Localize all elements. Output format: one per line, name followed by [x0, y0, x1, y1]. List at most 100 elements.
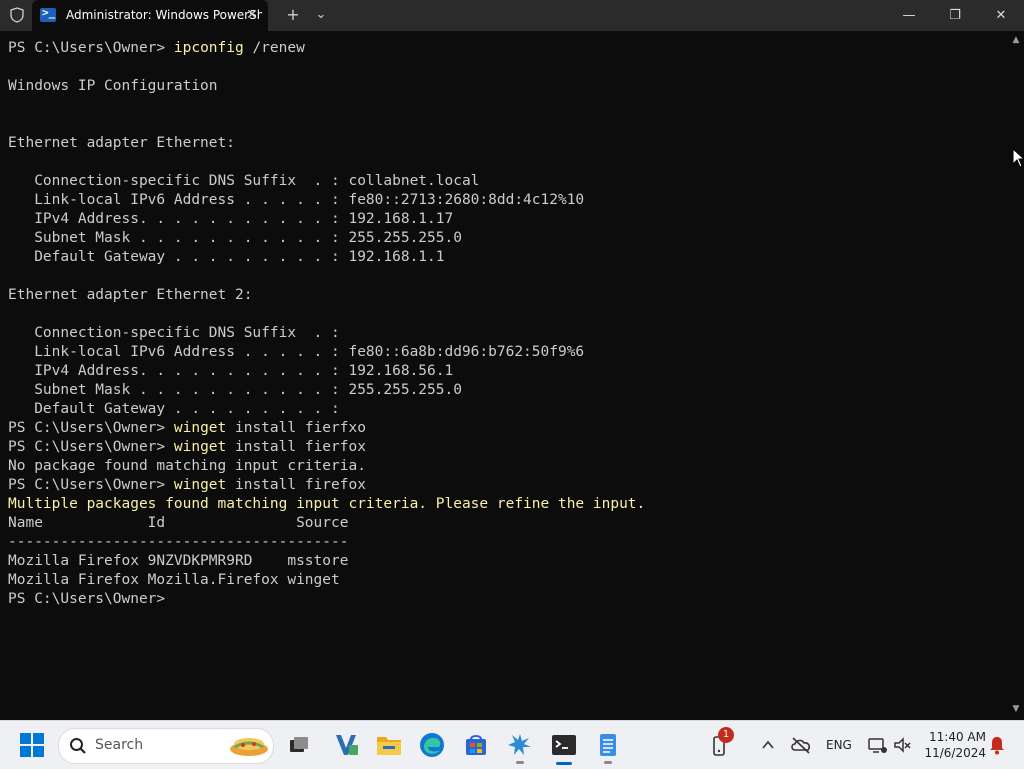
- active-indicator: [556, 762, 572, 765]
- terminal-line: Mozilla Firefox Mozilla.Firefox winget: [8, 571, 645, 590]
- output-text: No package found matching input criteria…: [8, 458, 366, 474]
- terminal-line: IPv4 Address. . . . . . . . . . . : 192.…: [8, 210, 645, 229]
- output-text: Windows IP Configuration: [8, 78, 218, 94]
- terminal-icon: [552, 735, 576, 755]
- tab-dropdown-button[interactable]: ⌄: [310, 3, 332, 27]
- terminal-line: IPv4 Address. . . . . . . . . . . : 192.…: [8, 362, 645, 381]
- terminal-line: Connection-specific DNS Suffix . : colla…: [8, 172, 645, 191]
- terminal-app[interactable]: [548, 729, 580, 765]
- terminal-pane[interactable]: PS C:\Users\Owner> ipconfig /renew Window…: [0, 31, 1008, 720]
- edge-icon[interactable]: [416, 729, 448, 761]
- maximize-button[interactable]: ❐: [932, 0, 978, 31]
- network-icon[interactable]: [866, 735, 888, 755]
- vscode-insiders-app[interactable]: [504, 729, 536, 764]
- terminal-line: Link-local IPv6 Address . . . . . : fe80…: [8, 191, 645, 210]
- prompt-text: PS C:\Users\Owner>: [8, 40, 174, 56]
- search-icon: [70, 738, 86, 754]
- command-args: install firefox: [226, 477, 366, 493]
- mouse-cursor-icon: [1012, 148, 1024, 168]
- onedrive-offline-icon[interactable]: [790, 735, 812, 755]
- search-label: Search: [95, 737, 144, 753]
- title-bar: >_ Administrator: Windows PowerShell ✕ +…: [0, 0, 1024, 31]
- output-text: ---------------------------------------: [8, 534, 349, 550]
- terminal-line: PS C:\Users\Owner> winget install fierfo…: [8, 438, 645, 457]
- close-button[interactable]: ✕: [978, 0, 1024, 31]
- clock[interactable]: 11:40 AM 11/6/2024: [916, 729, 986, 761]
- minimize-button[interactable]: —: [886, 0, 932, 31]
- command-args: /renew: [243, 40, 305, 56]
- terminal-line: PS C:\Users\Owner> winget install firefo…: [8, 476, 645, 495]
- output-text: Link-local IPv6 Address . . . . . : fe80…: [8, 192, 585, 208]
- visual-studio-icon[interactable]: [330, 729, 362, 761]
- output-text: Ethernet adapter Ethernet:: [8, 135, 235, 151]
- terminal-line: PS C:\Users\Owner> ipconfig /renew: [8, 39, 645, 58]
- tab-close-button[interactable]: ✕: [242, 5, 262, 25]
- output-text: Subnet Mask . . . . . . . . . . . : 255.…: [8, 230, 462, 246]
- prompt-text: PS C:\Users\Owner>: [8, 420, 174, 436]
- output-text: Mozilla Firefox Mozilla.Firefox winget: [8, 572, 340, 588]
- language-indicator[interactable]: ENG: [826, 738, 852, 752]
- terminal-line: PS C:\Users\Owner>: [8, 590, 645, 609]
- terminal-line: Name Id Source: [8, 514, 645, 533]
- output-text: Mozilla Firefox 9NZVDKPMR9RD msstore: [8, 553, 349, 569]
- clock-time: 11:40 AM: [929, 730, 986, 744]
- command-name: ipconfig: [173, 40, 244, 56]
- volume-muted-icon[interactable]: [892, 735, 912, 755]
- file-explorer-icon[interactable]: [373, 729, 405, 761]
- output-text: Connection-specific DNS Suffix . : colla…: [8, 173, 480, 189]
- command-args: install fierfox: [226, 439, 366, 455]
- notepad-icon: [600, 734, 616, 756]
- new-tab-button[interactable]: +: [282, 3, 304, 27]
- terminal-line: Mozilla Firefox 9NZVDKPMR9RD msstore: [8, 552, 645, 571]
- clock-date: 11/6/2024: [924, 746, 986, 760]
- vscode-insiders-icon: [508, 734, 531, 755]
- prompt-text: PS C:\Users\Owner>: [8, 591, 174, 607]
- tab-title: Administrator: Windows PowerShell: [66, 8, 262, 22]
- terminal-line: Link-local IPv6 Address . . . . . : fe80…: [8, 343, 645, 362]
- scrollbar[interactable]: ▲ ▼: [1008, 31, 1024, 720]
- terminal-line: Ethernet adapter Ethernet:: [8, 134, 645, 153]
- phone-link-button[interactable]: 1: [708, 727, 734, 759]
- terminal-line: PS C:\Users\Owner> winget install fierfx…: [8, 419, 645, 438]
- terminal-line: Subnet Mask . . . . . . . . . . . : 255.…: [8, 229, 645, 248]
- running-indicator: [604, 761, 612, 764]
- task-view-icon[interactable]: [284, 729, 316, 761]
- output-text: Default Gateway . . . . . . . . . : 192.…: [8, 249, 445, 265]
- terminal-line: Subnet Mask . . . . . . . . . . . : 255.…: [8, 381, 645, 400]
- store-icon[interactable]: [460, 729, 492, 761]
- command-name: winget: [173, 439, 227, 455]
- terminal-line: ---------------------------------------: [8, 533, 645, 552]
- output-text: Name Id Source: [8, 515, 349, 531]
- output-text: Connection-specific DNS Suffix . :: [8, 325, 340, 341]
- warning-text: Multiple packages found matching input c…: [8, 496, 646, 512]
- prompt-text: PS C:\Users\Owner>: [8, 439, 174, 455]
- scroll-down-arrow-icon[interactable]: ▼: [1011, 704, 1021, 714]
- notification-bell-icon[interactable]: [988, 735, 1006, 755]
- output-text: Subnet Mask . . . . . . . . . . . : 255.…: [8, 382, 462, 398]
- powershell-icon: >_: [40, 6, 56, 22]
- notepad-app[interactable]: [592, 729, 624, 764]
- running-indicator: [516, 761, 524, 764]
- terminal-output: PS C:\Users\Owner> ipconfig /renew Window…: [8, 39, 645, 609]
- terminal-line: No package found matching input criteria…: [8, 457, 645, 476]
- tab-powershell[interactable]: >_ Administrator: Windows PowerShell ✕: [32, 0, 268, 31]
- output-text: Link-local IPv6 Address . . . . . : fe80…: [8, 344, 585, 360]
- output-text: IPv4 Address. . . . . . . . . . . : 192.…: [8, 211, 454, 227]
- terminal-line: Multiple packages found matching input c…: [8, 495, 645, 514]
- start-icon[interactable]: [20, 733, 44, 757]
- chevron-up-icon[interactable]: [760, 737, 776, 753]
- scroll-up-arrow-icon[interactable]: ▲: [1011, 35, 1021, 45]
- terminal-line: Connection-specific DNS Suffix . :: [8, 324, 645, 343]
- command-args: install fierfxo: [226, 420, 366, 436]
- output-text: Ethernet adapter Ethernet 2:: [8, 287, 253, 303]
- prompt-text: PS C:\Users\Owner>: [8, 477, 174, 493]
- notification-badge: 1: [718, 727, 734, 743]
- search-highlight-icon: [230, 738, 268, 756]
- taskbar-search[interactable]: Search: [58, 728, 274, 764]
- terminal-line: Default Gateway . . . . . . . . . : 192.…: [8, 248, 645, 267]
